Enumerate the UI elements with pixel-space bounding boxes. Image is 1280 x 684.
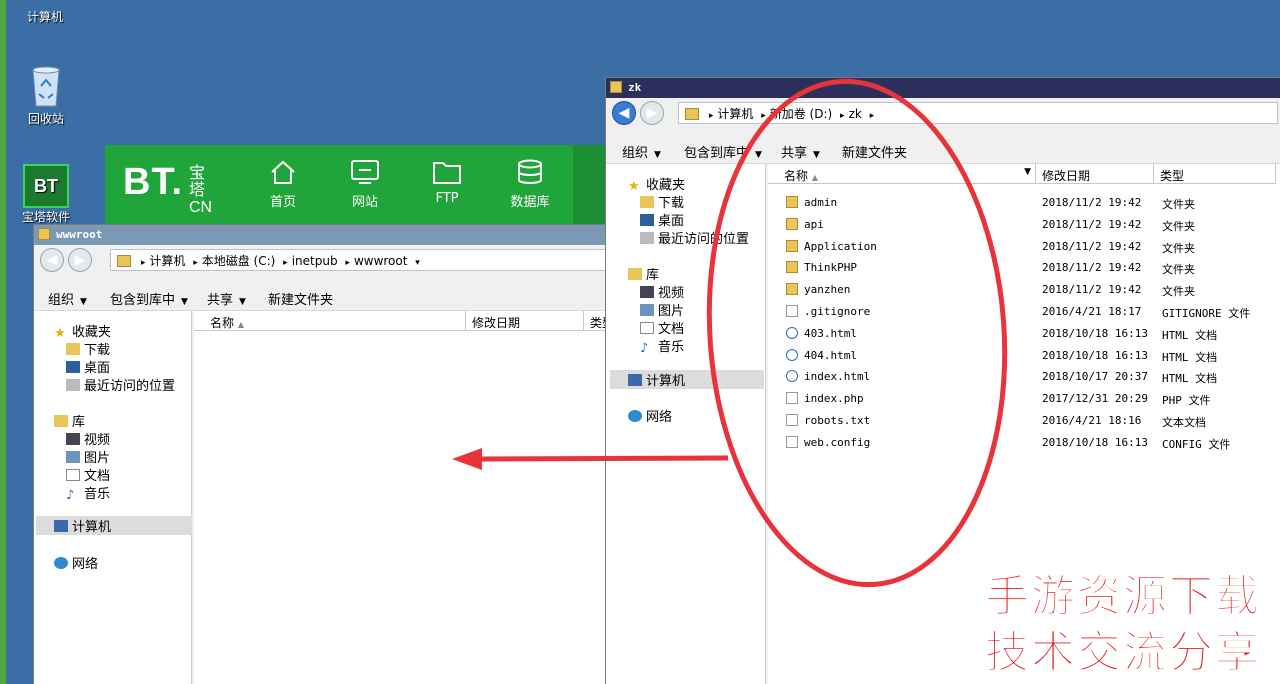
arrow-shaft <box>477 455 729 462</box>
highlight-ellipse <box>706 78 1008 588</box>
watermark-line-1: 手游资源下载 <box>985 571 1261 623</box>
arrow-head <box>452 448 482 470</box>
watermark-line-2: 技术交流分享 <box>985 627 1261 679</box>
